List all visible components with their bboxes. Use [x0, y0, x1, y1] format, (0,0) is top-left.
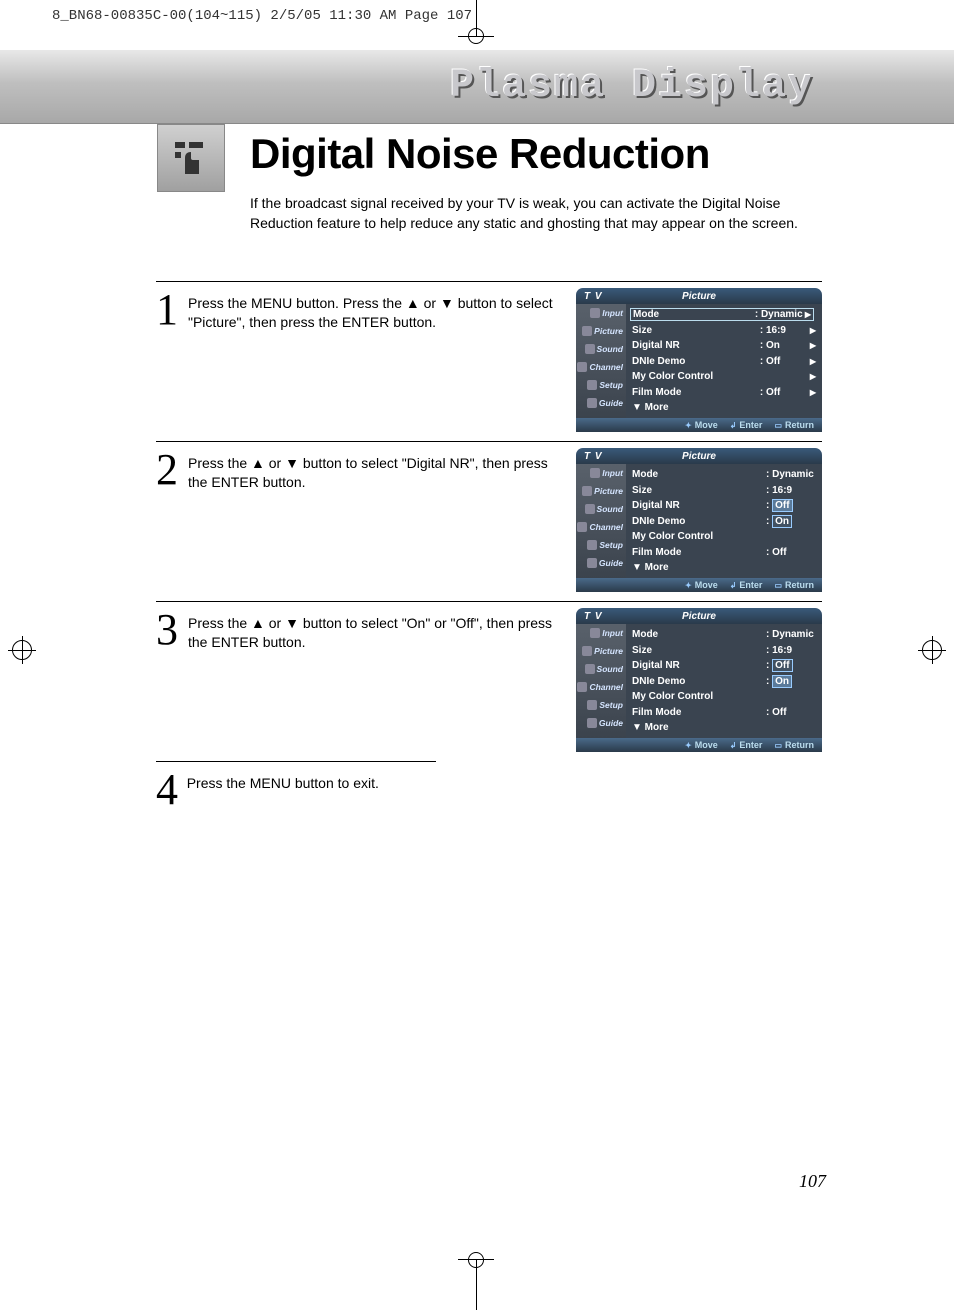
picture-icon — [582, 326, 592, 336]
channel-icon — [577, 522, 587, 532]
banner-title: Plasma Display — [450, 64, 814, 109]
osd-screenshot-3: T V Picture Input Picture Sound Channel … — [576, 608, 822, 752]
step-text: Press the ▲ or ▼ button to select "On" o… — [188, 608, 566, 652]
osd-sidebar: Input Picture Sound Channel Setup Guide — [576, 624, 626, 738]
picture-icon — [582, 646, 592, 656]
step-number: 3 — [156, 608, 188, 652]
step-number: 4 — [156, 768, 187, 812]
osd-move-hint: Move — [685, 580, 718, 590]
osd-title: Picture — [576, 291, 822, 302]
osd-move-hint: Move — [685, 740, 718, 750]
osd-move-hint: Move — [685, 420, 718, 430]
guide-icon — [587, 718, 597, 728]
header-banner: Plasma Display — [0, 50, 954, 124]
guide-icon — [587, 558, 597, 568]
step-text: Press the MENU button to exit. — [187, 768, 436, 793]
osd-sidebar: Input Picture Sound Channel Setup Guide — [576, 464, 626, 578]
osd-tv-label: T V — [584, 611, 603, 622]
step-1: 1 Press the MENU button. Press the ▲ or … — [156, 281, 822, 441]
osd-return-hint: Return — [774, 420, 814, 430]
page-title: Digital Noise Reduction — [250, 130, 710, 178]
input-icon — [590, 308, 600, 318]
registration-mark — [918, 636, 946, 664]
sound-icon — [585, 504, 595, 514]
setup-icon — [587, 380, 597, 390]
osd-footer: Move Enter Return — [576, 418, 822, 432]
osd-sidebar: Input Picture Sound Channel Setup Guide — [576, 304, 626, 418]
osd-tv-label: T V — [584, 291, 603, 302]
osd-title: Picture — [576, 451, 822, 462]
channel-icon — [577, 362, 587, 372]
channel-icon — [577, 682, 587, 692]
step-number: 2 — [156, 448, 188, 492]
step-text: Press the MENU button. Press the ▲ or ▼ … — [188, 288, 566, 332]
osd-enter-hint: Enter — [730, 420, 763, 430]
osd-footer: Move Enter Return — [576, 738, 822, 752]
section-icon — [157, 124, 225, 192]
osd-tv-label: T V — [584, 451, 603, 462]
step-number: 1 — [156, 288, 188, 332]
input-icon — [590, 628, 600, 638]
crop-mark-circle — [468, 28, 484, 44]
guide-icon — [587, 398, 597, 408]
osd-menu-list: Mode: Dynamic Size: 16:9 Digital NR: Off… — [626, 464, 822, 578]
osd-enter-hint: Enter — [730, 580, 763, 590]
osd-title: Picture — [576, 611, 822, 622]
step-text: Press the ▲ or ▼ button to select "Digit… — [188, 448, 566, 492]
osd-menu-list: Mode: Dynamic Size: 16:9 Digital NR: Off… — [626, 624, 822, 738]
sound-icon — [585, 664, 595, 674]
osd-more: ▼ More — [632, 722, 816, 733]
osd-more: ▼ More — [632, 402, 816, 413]
osd-screenshot-1: T V Picture Input Picture Sound Channel … — [576, 288, 822, 432]
osd-menu-list: Mode: Dynamic▶ Size: 16:9▶ Digital NR: O… — [626, 304, 822, 418]
osd-return-hint: Return — [774, 740, 814, 750]
picture-icon — [582, 486, 592, 496]
input-icon — [590, 468, 600, 478]
print-header: 8_BN68-00835C-00(104~115) 2/5/05 11:30 A… — [52, 8, 472, 24]
osd-footer: Move Enter Return — [576, 578, 822, 592]
step-3: 3 Press the ▲ or ▼ button to select "On"… — [156, 601, 822, 761]
intro-text: If the broadcast signal received by your… — [250, 194, 840, 233]
registration-mark — [8, 636, 36, 664]
steps-list: 1 Press the MENU button. Press the ▲ or … — [156, 281, 822, 812]
osd-enter-hint: Enter — [730, 740, 763, 750]
step-2: 2 Press the ▲ or ▼ button to select "Dig… — [156, 441, 822, 601]
setup-icon — [587, 540, 597, 550]
osd-more: ▼ More — [632, 562, 816, 573]
crop-mark-circle — [468, 1252, 484, 1268]
step-4: 4 Press the MENU button to exit. — [156, 761, 436, 812]
osd-screenshot-2: T V Picture Input Picture Sound Channel … — [576, 448, 822, 592]
sound-icon — [585, 344, 595, 354]
setup-icon — [587, 700, 597, 710]
page-number: 107 — [799, 1171, 826, 1192]
osd-return-hint: Return — [774, 580, 814, 590]
